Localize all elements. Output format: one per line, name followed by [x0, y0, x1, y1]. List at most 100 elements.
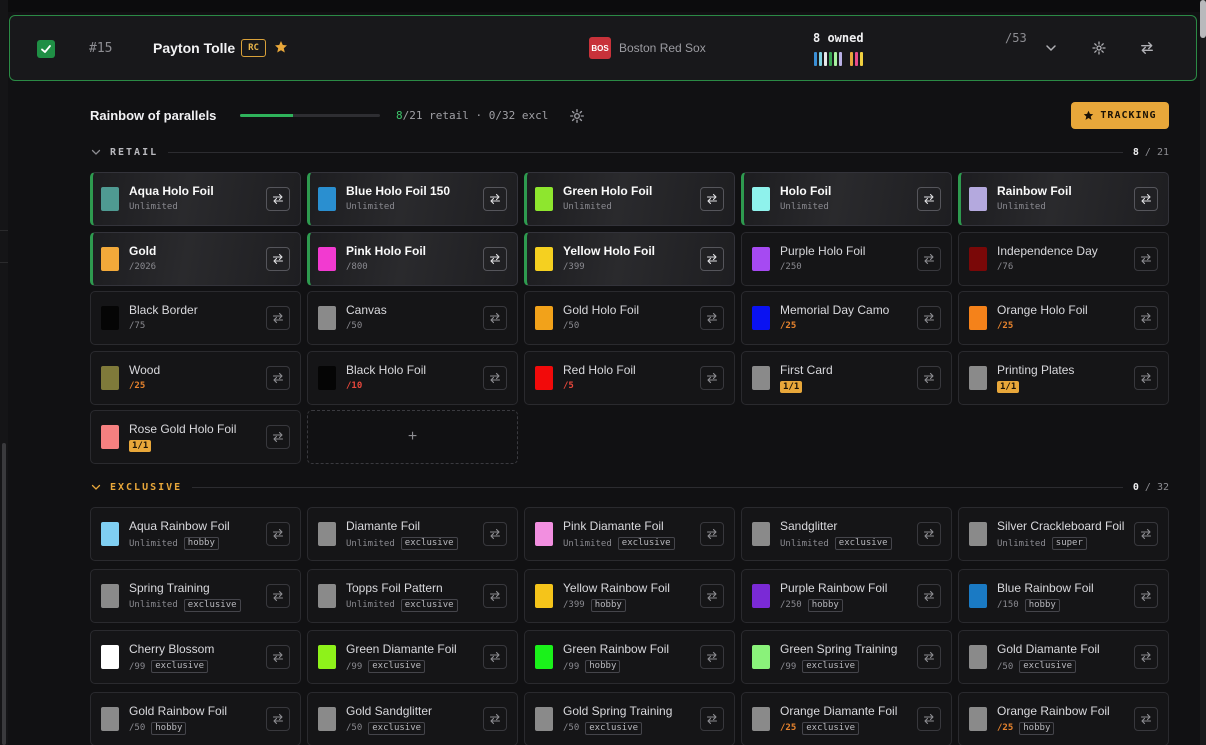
swap-button[interactable]: [700, 187, 724, 211]
tracking-button[interactable]: TRACKING: [1071, 102, 1169, 129]
swap-button[interactable]: [266, 187, 290, 211]
exclusive-section-header[interactable]: EXCLUSIVE 0 / 32: [90, 480, 1169, 494]
parallel-card[interactable]: Gold Rainbow Foil/50 hobby: [90, 691, 301, 745]
swap-button[interactable]: [266, 522, 290, 546]
parallel-card[interactable]: Orange Diamante Foil/25 exclusive: [741, 691, 952, 745]
parallel-card[interactable]: Gold Spring Training/50 exclusive: [524, 691, 735, 745]
parallel-card[interactable]: Rainbow Foil Unlimited: [958, 172, 1169, 226]
parallel-card[interactable]: Pink Holo Foil/800: [307, 231, 518, 286]
swap-button[interactable]: [700, 645, 724, 669]
add-parallel-button[interactable]: +: [307, 410, 518, 464]
parallel-card[interactable]: Diamante Foil Unlimited exclusive: [307, 507, 518, 561]
parallel-card[interactable]: Independence Day/76: [958, 231, 1169, 286]
parallel-card[interactable]: Green Rainbow Foil/99 hobby: [524, 630, 735, 684]
parallel-card[interactable]: Gold/2026: [90, 231, 301, 286]
parallel-card[interactable]: Purple Rainbow Foil/250 hobby: [741, 568, 952, 623]
parallel-card[interactable]: Red Holo Foil/5: [524, 350, 735, 405]
parallel-card[interactable]: Cherry Blossom/99 exclusive: [90, 630, 301, 684]
parallel-card[interactable]: Topps Foil Pattern Unlimited exclusive: [307, 568, 518, 623]
settings-button[interactable]: [1089, 38, 1109, 58]
swap-button[interactable]: [483, 246, 507, 271]
parallel-sub: /50: [563, 321, 579, 331]
swap-button[interactable]: [483, 645, 507, 669]
parallel-sub: /75: [129, 321, 145, 331]
swap-button[interactable]: [266, 706, 290, 731]
parallel-card[interactable]: Black Holo Foil/10: [307, 350, 518, 405]
parallel-card[interactable]: Gold Diamante Foil/50 exclusive: [958, 630, 1169, 684]
swap-button[interactable]: [483, 522, 507, 546]
rail-scroll-handle[interactable]: [2, 443, 6, 745]
parallel-card[interactable]: Black Border/75: [90, 291, 301, 345]
swap-button[interactable]: [483, 706, 507, 731]
swap-button[interactable]: [1134, 306, 1158, 330]
print-run: 1/1: [780, 380, 803, 393]
parallel-card[interactable]: Purple Holo Foil/250: [741, 231, 952, 286]
swap-button[interactable]: [266, 365, 290, 390]
swap-button[interactable]: [700, 583, 724, 608]
parallel-card[interactable]: First Card 1/1: [741, 350, 952, 405]
swap-button[interactable]: [917, 706, 941, 731]
player-checkbox[interactable]: [37, 40, 55, 58]
parallel-card[interactable]: Blue Holo Foil 150 Unlimited: [307, 172, 518, 226]
swap-button[interactable]: [483, 306, 507, 330]
parallel-card[interactable]: Green Diamante Foil/99 exclusive: [307, 630, 518, 684]
parallel-card[interactable]: Sandglitter Unlimited exclusive: [741, 507, 952, 561]
player-row[interactable]: #15 Payton Tolle RC BOS Boston Red Sox 8…: [9, 15, 1197, 81]
parallel-card[interactable]: Aqua Rainbow Foil Unlimited hobby: [90, 507, 301, 561]
parallel-card[interactable]: Yellow Holo Foil/399: [524, 231, 735, 286]
swap-button[interactable]: [917, 522, 941, 546]
parallel-card[interactable]: Holo Foil Unlimited: [741, 172, 952, 226]
parallel-card[interactable]: Gold Sandglitter/50 exclusive: [307, 691, 518, 745]
swap-button[interactable]: [700, 365, 724, 390]
swap-button[interactable]: [1137, 38, 1157, 58]
player-name[interactable]: Payton Tolle: [153, 40, 235, 56]
retail-section-header[interactable]: RETAIL 8 / 21: [90, 145, 1169, 159]
parallel-card[interactable]: Silver Crackleboard Foil Unlimited super: [958, 507, 1169, 561]
parallel-card[interactable]: Gold Holo Foil/50: [524, 291, 735, 345]
swap-button[interactable]: [1134, 583, 1158, 608]
swap-button[interactable]: [917, 365, 941, 390]
parallel-card[interactable]: Green Holo Foil Unlimited: [524, 172, 735, 226]
swap-button[interactable]: [1134, 187, 1158, 211]
swap-button[interactable]: [266, 425, 290, 449]
parallel-card[interactable]: Aqua Holo Foil Unlimited: [90, 172, 301, 226]
parallel-card[interactable]: Memorial Day Camo/25: [741, 291, 952, 345]
swap-button[interactable]: [917, 645, 941, 669]
parallel-card[interactable]: Orange Holo Foil/25: [958, 291, 1169, 345]
scrollbar[interactable]: [1200, 0, 1206, 745]
swap-button[interactable]: [1134, 645, 1158, 669]
gear-icon[interactable]: [569, 108, 585, 124]
swap-button[interactable]: [917, 583, 941, 608]
parallel-card[interactable]: Pink Diamante Foil Unlimited exclusive: [524, 507, 735, 561]
expand-button[interactable]: [1041, 38, 1061, 58]
swap-button[interactable]: [700, 522, 724, 546]
swap-button[interactable]: [1134, 246, 1158, 271]
swap-button[interactable]: [266, 583, 290, 608]
swap-button[interactable]: [700, 306, 724, 330]
swap-button[interactable]: [266, 246, 290, 271]
parallel-card[interactable]: Printing Plates 1/1: [958, 350, 1169, 405]
swap-button[interactable]: [917, 187, 941, 211]
parallel-card[interactable]: Yellow Rainbow Foil/399 hobby: [524, 568, 735, 623]
swap-button[interactable]: [1134, 365, 1158, 390]
parallel-card[interactable]: Wood/25: [90, 350, 301, 405]
star-icon[interactable]: [274, 40, 288, 54]
scrollbar-thumb[interactable]: [1200, 0, 1206, 38]
parallel-card[interactable]: Orange Rainbow Foil/25 hobby: [958, 691, 1169, 745]
parallel-card[interactable]: Canvas/50: [307, 291, 518, 345]
swap-button[interactable]: [483, 365, 507, 390]
swap-button[interactable]: [917, 246, 941, 271]
parallel-card[interactable]: Blue Rainbow Foil/150 hobby: [958, 568, 1169, 623]
swap-button[interactable]: [483, 583, 507, 608]
swap-button[interactable]: [1134, 706, 1158, 731]
swap-button[interactable]: [1134, 522, 1158, 546]
parallel-card[interactable]: Rose Gold Holo Foil 1/1: [90, 410, 301, 464]
swap-button[interactable]: [700, 246, 724, 271]
parallel-card[interactable]: Spring Training Unlimited exclusive: [90, 568, 301, 623]
swap-button[interactable]: [266, 306, 290, 330]
swap-button[interactable]: [483, 187, 507, 211]
swap-button[interactable]: [700, 706, 724, 731]
swap-button[interactable]: [917, 306, 941, 330]
swap-button[interactable]: [266, 645, 290, 669]
parallel-card[interactable]: Green Spring Training/99 exclusive: [741, 630, 952, 684]
